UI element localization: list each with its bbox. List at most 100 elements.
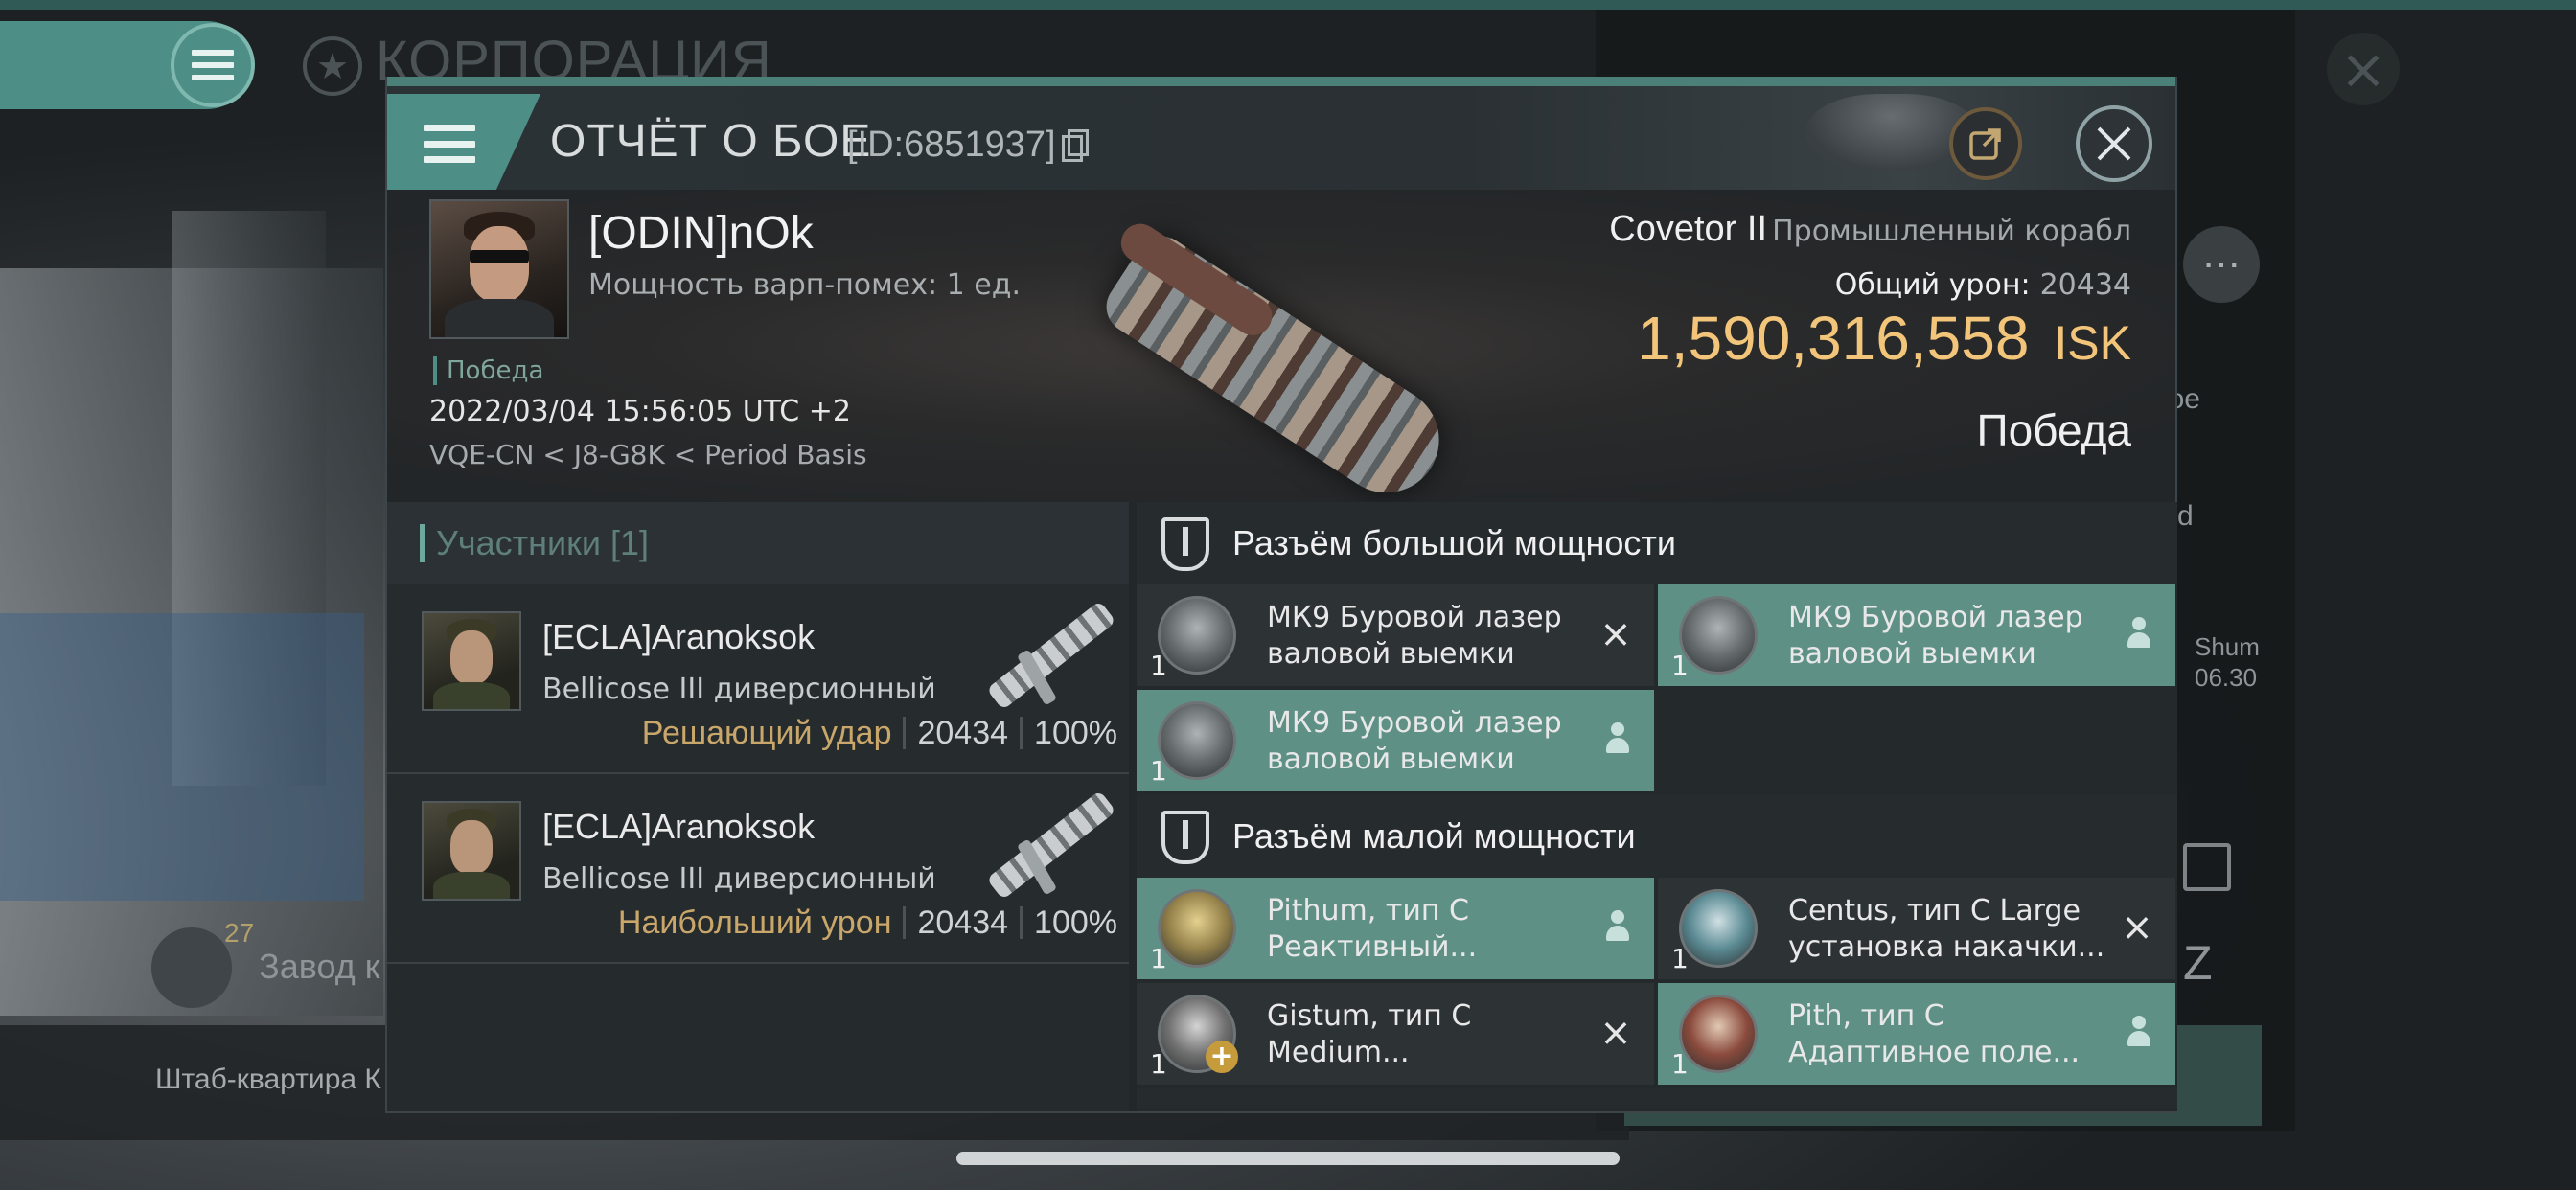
participant-percent: 100% bbox=[1034, 715, 1117, 751]
module-qty: 1 bbox=[1671, 943, 1689, 974]
module-item[interactable]: 1 МК9 Буровой лазер валовой выемки bbox=[1137, 690, 1654, 791]
module-item[interactable]: + 1 Gistum, тип C Medium... × bbox=[1137, 983, 1654, 1085]
background-blue-hull bbox=[0, 613, 364, 901]
mining-laser-icon bbox=[1158, 701, 1236, 780]
module-qty: 1 bbox=[1150, 1048, 1167, 1080]
participant-row[interactable]: [ECLA]Aranoksok Bellicose III диверсионн… bbox=[387, 584, 1129, 774]
module-qty: 1 bbox=[1671, 650, 1689, 681]
hamburger-icon bbox=[424, 125, 475, 163]
background-close-icon[interactable]: × bbox=[2327, 33, 2400, 105]
participants-header: Участники [1] bbox=[387, 502, 1129, 584]
fitting-panel: Разъём большой мощности 1 МК9 Буровой ла… bbox=[1137, 502, 2177, 1111]
module-name: Centus, тип C Large установка накачки... bbox=[1788, 894, 2105, 964]
star-icon: ★ bbox=[303, 36, 362, 96]
copy-icon[interactable] bbox=[1061, 129, 1089, 162]
victim-ship-name: Covetor II bbox=[1609, 209, 1768, 249]
more-options-icon[interactable]: ⋯ bbox=[2183, 226, 2260, 303]
person-icon bbox=[2124, 1016, 2154, 1050]
share-button[interactable] bbox=[1949, 107, 2022, 180]
isk-unit: ISK bbox=[2054, 316, 2131, 370]
high-slots-grid: 1 МК9 Буровой лазер валовой выемки × 1 МК… bbox=[1137, 584, 2177, 795]
corp-menu-button[interactable] bbox=[171, 23, 255, 107]
share-icon bbox=[1969, 128, 2001, 160]
participant-ship-icon bbox=[970, 594, 1116, 711]
module-qty: 1 bbox=[1150, 650, 1167, 681]
report-id[interactable]: [ID:6851937] bbox=[847, 125, 1089, 166]
participants-panel: Участники [1] [ECLA]Aranoksok Bellicose … bbox=[387, 502, 1129, 1111]
module-qty: 1 bbox=[1150, 755, 1167, 787]
participant-percent: 100% bbox=[1034, 904, 1117, 941]
victim-panel: [ODIN]nOk Мощность варп-помех: 1 ед. Поб… bbox=[387, 190, 2175, 514]
factory-label: Завод к bbox=[259, 947, 380, 986]
plus-icon: + bbox=[1206, 1041, 1238, 1073]
factory-count: 27 bbox=[224, 918, 255, 948]
low-slots-header: Разъём малой мощности bbox=[1137, 795, 2177, 878]
module-item[interactable]: 1 Centus, тип C Large установка накачки..… bbox=[1658, 878, 2175, 979]
mining-laser-icon bbox=[1158, 596, 1236, 675]
hamburger-icon bbox=[192, 50, 234, 80]
participant-stats: Наибольший урон 20434 100% bbox=[618, 904, 1117, 942]
participant-role: Наибольший урон bbox=[617, 904, 892, 941]
module-name: Pith, тип C Адаптивное поле... bbox=[1788, 999, 2081, 1069]
module-qty: 1 bbox=[1671, 1048, 1689, 1080]
low-slots-grid: 1 Pithum, тип C Реактивный... 1 Centus, т… bbox=[1137, 878, 2177, 1088]
victim-name[interactable]: [ODIN]nOk bbox=[588, 207, 814, 260]
low-slots-title: Разъём малой мощности bbox=[1232, 816, 1636, 856]
shield-slot-icon bbox=[1162, 811, 1209, 864]
participant-name: [ECLA]Aranoksok bbox=[542, 617, 816, 656]
home-indicator[interactable] bbox=[956, 1152, 1620, 1165]
background-snippet: 06.30 bbox=[2195, 663, 2258, 692]
module-item[interactable]: 1 МК9 Буровой лазер валовой выемки bbox=[1658, 584, 2175, 686]
victim-ship-image[interactable] bbox=[1096, 207, 1480, 514]
kill-datetime: 2022/03/04 15:56:05 UTC +2 bbox=[429, 395, 851, 428]
module-item[interactable]: 1 МК9 Буровой лазер валовой выемки × bbox=[1137, 584, 1654, 686]
report-id-text: [ID:6851937] bbox=[847, 125, 1056, 165]
participant-row[interactable]: [ECLA]Aranoksok Bellicose III диверсионн… bbox=[387, 774, 1129, 964]
x-icon: × bbox=[2121, 905, 2153, 950]
close-button[interactable] bbox=[2076, 105, 2152, 182]
isk-value: 1,590,316,558 ISK bbox=[1637, 303, 2131, 374]
x-icon: × bbox=[1599, 1011, 1632, 1055]
participant-ship: Bellicose III диверсионный bbox=[542, 673, 936, 706]
module-item[interactable]: 1 Pithum, тип C Реактивный... bbox=[1137, 878, 1654, 979]
dialog-header: ОТЧЁТ О БОЕ [ID:6851937] bbox=[387, 86, 2175, 194]
mining-laser-icon bbox=[1679, 596, 1758, 675]
participant-ship: Bellicose III диверсионный bbox=[542, 862, 936, 896]
isk-amount: 1,590,316,558 bbox=[1637, 304, 2030, 373]
participant-name: [ECLA]Aranoksok bbox=[542, 807, 816, 846]
factory-icon[interactable] bbox=[151, 927, 232, 1008]
background-snippet: Shum bbox=[2195, 632, 2260, 661]
participant-avatar[interactable] bbox=[422, 611, 521, 711]
participant-stats: Решающий удар 20434 100% bbox=[642, 715, 1117, 752]
adaptive-field-icon bbox=[1679, 995, 1758, 1073]
shield-module-icon bbox=[1679, 889, 1758, 968]
background-top-strip bbox=[0, 0, 2576, 10]
victim-ship-class: Промышленный корабл bbox=[1772, 215, 2131, 248]
armor-plate-icon bbox=[1158, 889, 1236, 968]
person-icon bbox=[2124, 617, 2154, 652]
kill-result: Победа bbox=[1976, 405, 2131, 455]
next-section-peek bbox=[1137, 1088, 2177, 1108]
participant-avatar[interactable] bbox=[422, 801, 521, 901]
victim-ship-type: Covetor II Промышленный корабл bbox=[1609, 209, 2131, 250]
total-damage-value: 20434 bbox=[2039, 268, 2131, 302]
module-name: Pithum, тип C Реактивный... bbox=[1267, 894, 1478, 964]
total-damage-label: Общий урон: bbox=[1834, 268, 2031, 302]
module-name: МК9 Буровой лазер валовой выемки bbox=[1788, 601, 2083, 671]
module-item[interactable]: 1 Pith, тип C Адаптивное поле... bbox=[1658, 983, 2175, 1085]
victim-avatar[interactable] bbox=[429, 199, 569, 339]
shield-slot-icon bbox=[1162, 517, 1209, 571]
dialog-top-accent bbox=[387, 77, 2175, 86]
edit-icon[interactable] bbox=[2183, 843, 2231, 891]
kill-location[interactable]: VQE-CN < J8-G8K < Period Basis bbox=[429, 439, 867, 470]
participant-damage: 20434 bbox=[917, 904, 1009, 941]
victim-warp-strength: Мощность варп-помех: 1 ед. bbox=[588, 268, 1022, 302]
background-snippet: d bbox=[2177, 500, 2194, 532]
participant-ship-icon bbox=[970, 784, 1116, 901]
combat-report-dialog: ОТЧЁТ О БОЕ [ID:6851937] [ODIN]nOk Мощно… bbox=[385, 77, 2177, 1113]
module-name: МК9 Буровой лазер валовой выемки bbox=[1267, 706, 1562, 776]
x-icon: × bbox=[1599, 612, 1632, 656]
sort-icon[interactable]: Z bbox=[2183, 935, 2213, 991]
person-icon bbox=[1602, 722, 1633, 757]
dialog-menu-button[interactable] bbox=[387, 94, 540, 194]
